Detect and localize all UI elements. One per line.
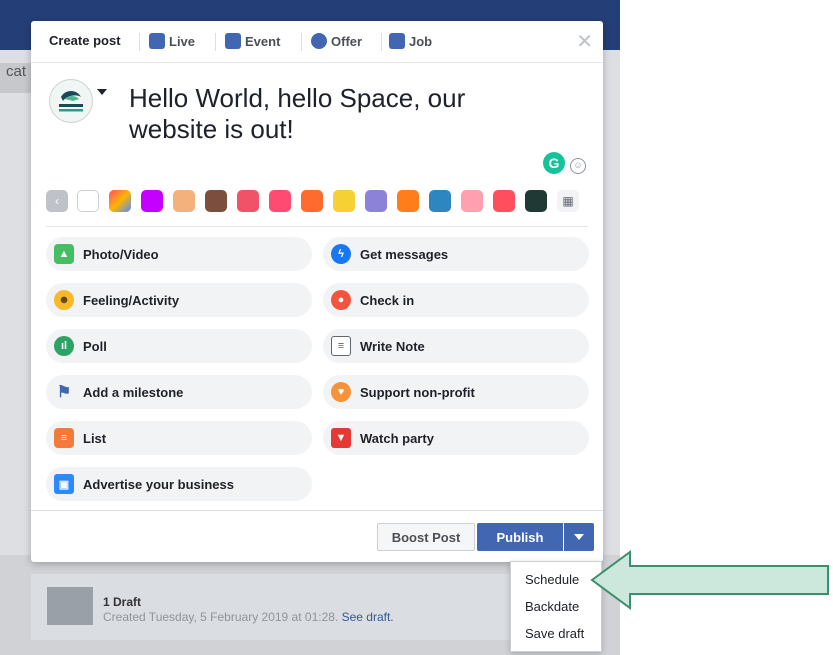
option-label: List — [83, 430, 107, 446]
option-label: Check in — [360, 292, 415, 308]
swatch-white[interactable] — [77, 190, 99, 212]
option-photo-video[interactable]: ▲ Photo/Video — [46, 237, 312, 271]
swatch-red-pink[interactable] — [493, 190, 515, 212]
option-label: Photo/Video — [83, 246, 159, 262]
draft-title: 1 Draft — [103, 595, 142, 609]
chevron-down-icon[interactable] — [97, 89, 107, 95]
draft-icon — [47, 587, 93, 625]
swatch-shell[interactable] — [173, 190, 195, 212]
tab-divider — [381, 33, 382, 51]
more-swatches-grid-icon[interactable]: ▦ — [557, 190, 579, 212]
tab-job-label: Job — [409, 33, 433, 49]
tab-offer[interactable]: Offer — [311, 33, 362, 49]
tab-event[interactable]: Event — [225, 33, 280, 49]
heart-coin-icon: ♥ — [331, 382, 351, 402]
tab-event-label: Event — [245, 33, 281, 49]
menu-item-save-draft[interactable]: Save draft — [525, 626, 584, 641]
swatch-pink-eye[interactable] — [461, 190, 483, 212]
option-poll[interactable]: ıl Poll — [46, 329, 312, 363]
swatch-purple[interactable] — [141, 190, 163, 212]
tab-divider — [301, 33, 302, 51]
publish-options-menu: Schedule Backdate Save draft — [510, 561, 602, 652]
option-label: Poll — [83, 338, 107, 354]
publish-options-button[interactable] — [564, 523, 594, 551]
background-color-picker: ‹ ▦ — [46, 190, 586, 216]
photo-icon: ▲ — [54, 244, 74, 264]
option-label: Add a milestone — [83, 384, 184, 400]
live-camera-icon — [149, 33, 165, 49]
tab-job[interactable]: Job — [389, 33, 432, 49]
option-feeling-activity[interactable]: ☻ Feeling/Activity — [46, 283, 312, 317]
briefcase-icon — [389, 33, 405, 49]
post-text-input[interactable]: Hello World, hello Space, our website is… — [129, 83, 529, 145]
option-add-milestone[interactable]: ⚑ Add a milestone — [46, 375, 312, 409]
page-avatar[interactable] — [49, 79, 93, 123]
option-check-in[interactable]: ● Check in — [323, 283, 589, 317]
publish-button[interactable]: Publish — [477, 523, 563, 551]
tab-create-post-label: Create post — [49, 33, 121, 48]
option-label: Get messages — [360, 246, 449, 262]
swatch-fire[interactable] — [301, 190, 323, 212]
tab-create-post[interactable]: Create post — [49, 33, 121, 48]
swatch-lavender[interactable] — [365, 190, 387, 212]
list-icon: ≡ — [54, 428, 74, 448]
swatch-yellow[interactable] — [333, 190, 355, 212]
swatch-blue-leaf[interactable] — [429, 190, 451, 212]
flag-icon: ⚑ — [56, 384, 72, 401]
divider — [31, 510, 603, 511]
calendar-icon — [225, 33, 241, 49]
menu-item-schedule[interactable]: Schedule — [525, 572, 579, 587]
draft-created-text: Created Tuesday, 5 February 2019 at 01:2… — [103, 610, 339, 624]
offer-tag-icon — [311, 33, 327, 49]
option-support-non-profit[interactable]: ♥ Support non-profit — [323, 375, 589, 409]
swatch-prev-arrow-icon[interactable]: ‹ — [46, 190, 68, 212]
swatch-multicolor[interactable] — [109, 190, 131, 212]
option-label: Watch party — [360, 430, 434, 446]
tab-live-label: Live — [169, 33, 196, 49]
post-type-tabs: Create post Live Event Offer Job ✕ — [31, 21, 603, 63]
tab-divider — [215, 33, 216, 51]
swatch-brown[interactable] — [205, 190, 227, 212]
boost-post-button[interactable]: Boost Post — [377, 523, 475, 551]
chevron-down-icon — [574, 534, 584, 540]
swatch-dark-plant[interactable] — [525, 190, 547, 212]
draft-subtitle: Created Tuesday, 5 February 2019 at 01:2… — [103, 610, 394, 624]
poll-icon: ıl — [54, 336, 74, 356]
popcorn-icon: ▼ — [331, 428, 351, 448]
menu-item-backdate[interactable]: Backdate — [525, 599, 579, 614]
divider — [46, 226, 588, 227]
annotation-arrow-icon — [590, 550, 829, 610]
option-label: Support non-profit — [360, 384, 475, 400]
location-pin-icon: ● — [331, 290, 351, 310]
see-draft-link[interactable]: See draft. — [342, 610, 394, 624]
tab-live[interactable]: Live — [149, 33, 195, 49]
option-get-messages[interactable]: ϟ Get messages — [323, 237, 589, 271]
option-label: Feeling/Activity — [83, 292, 180, 308]
option-write-note[interactable]: ≡ Write Note — [323, 329, 589, 363]
close-icon[interactable]: ✕ — [576, 29, 593, 54]
tab-offer-label: Offer — [331, 33, 363, 49]
swatch-red-heart[interactable] — [237, 190, 259, 212]
grammarly-icon[interactable]: G — [543, 152, 565, 174]
create-post-dialog: Create post Live Event Offer Job ✕ Hello… — [31, 21, 603, 562]
option-label: Write Note — [360, 338, 425, 354]
emoji-picker-icon[interactable]: ☺ — [570, 158, 586, 174]
option-watch-party[interactable]: ▼ Watch party — [323, 421, 589, 455]
swatch-heart-eyes[interactable] — [269, 190, 291, 212]
swatch-orange[interactable] — [397, 190, 419, 212]
tab-divider — [139, 33, 140, 51]
note-icon: ≡ — [331, 336, 351, 356]
option-advertise-business[interactable]: ▣ Advertise your business — [46, 467, 312, 501]
option-label: Advertise your business — [83, 476, 234, 492]
our-space-logo — [59, 91, 83, 112]
smiley-icon: ☻ — [54, 290, 74, 310]
advertise-icon: ▣ — [54, 474, 74, 494]
option-list[interactable]: ≡ List — [46, 421, 312, 455]
messenger-icon: ϟ — [331, 244, 351, 264]
